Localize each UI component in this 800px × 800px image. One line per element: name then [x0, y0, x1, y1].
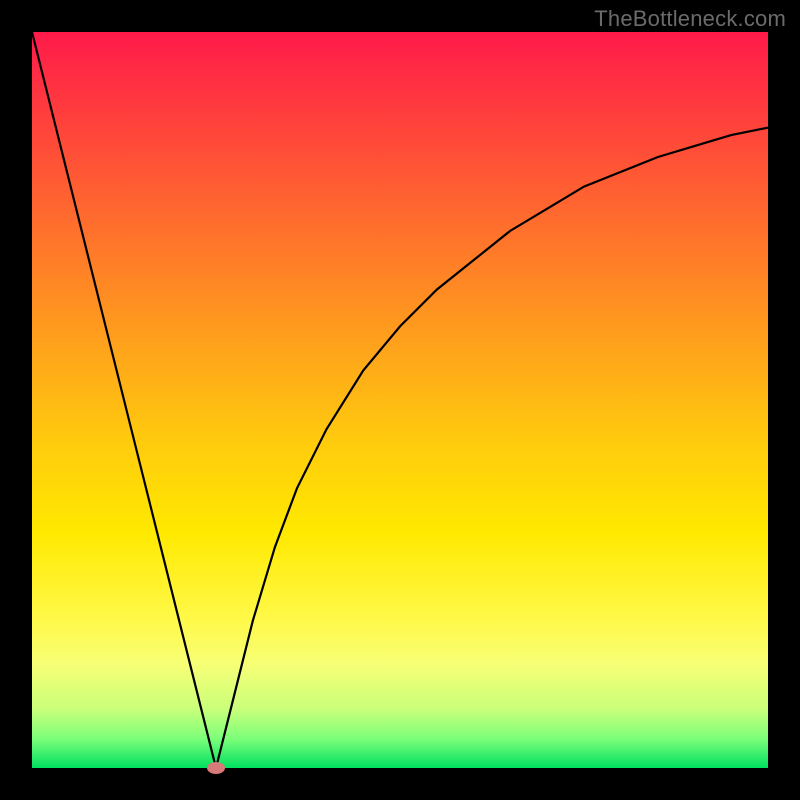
bottleneck-curve [32, 32, 768, 768]
watermark-text: TheBottleneck.com [594, 6, 786, 32]
chart-frame: TheBottleneck.com [0, 0, 800, 800]
optimum-marker [207, 762, 225, 774]
curve-path [32, 32, 768, 768]
